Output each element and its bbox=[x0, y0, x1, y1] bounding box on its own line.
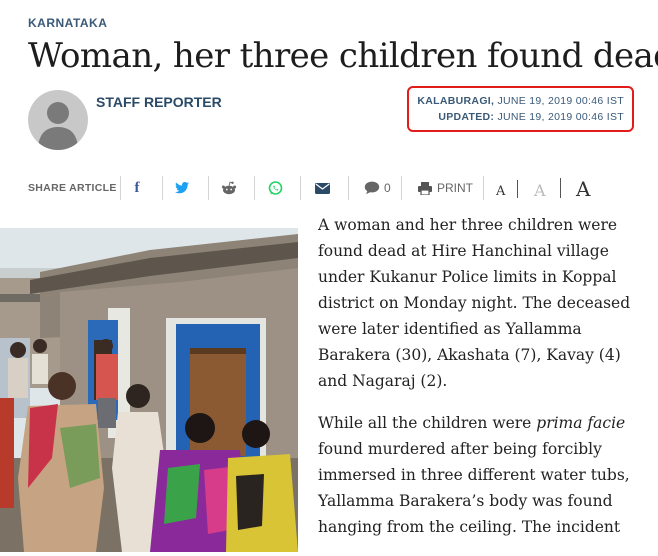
village-scene-image bbox=[0, 228, 298, 552]
whatsapp-icon[interactable] bbox=[264, 178, 286, 198]
comment-count[interactable]: 0 bbox=[384, 181, 391, 195]
print-button[interactable]: PRINT bbox=[437, 181, 473, 195]
divider bbox=[483, 176, 484, 200]
divider bbox=[300, 176, 301, 200]
paragraph-text: found murdered after being forcibly imme… bbox=[318, 440, 630, 536]
divider bbox=[208, 176, 209, 200]
italic-phrase: prima facie bbox=[536, 414, 626, 432]
author-name[interactable]: STAFF REPORTER bbox=[96, 94, 222, 110]
user-icon bbox=[38, 102, 78, 150]
email-icon[interactable] bbox=[311, 178, 333, 198]
print-icon[interactable] bbox=[414, 178, 436, 198]
divider bbox=[401, 176, 402, 200]
comment-icon[interactable] bbox=[361, 178, 383, 198]
divider bbox=[254, 176, 255, 200]
divider bbox=[348, 176, 349, 200]
share-bar: SHARE ARTICLE f 0 PRINT A A A bbox=[28, 174, 628, 202]
section-label[interactable]: KARNATAKA bbox=[28, 16, 107, 30]
divider bbox=[162, 176, 163, 200]
author-avatar bbox=[28, 90, 88, 150]
article-body: A woman and her three children were foun… bbox=[318, 212, 633, 556]
article-photo bbox=[0, 228, 298, 552]
published-date: JUNE 19, 2019 00:46 IST bbox=[497, 95, 624, 107]
dateline-location: KALABURAGI, bbox=[417, 95, 495, 107]
updated-label: UPDATED: bbox=[438, 111, 495, 123]
divider bbox=[120, 176, 121, 200]
font-size-medium-button[interactable]: A bbox=[534, 181, 546, 200]
updated-date: JUNE 19, 2019 00:46 IST bbox=[497, 111, 624, 123]
reddit-icon[interactable] bbox=[218, 178, 240, 198]
updated-line: UPDATED: JUNE 19, 2019 00:46 IST bbox=[417, 109, 624, 125]
font-size-large-button[interactable]: A bbox=[576, 177, 590, 201]
paragraph-text: While all the children were bbox=[318, 414, 537, 432]
divider bbox=[517, 180, 518, 198]
article-paragraph: While all the children were prima facie … bbox=[318, 410, 633, 540]
facebook-icon[interactable]: f bbox=[126, 178, 148, 198]
share-label: SHARE ARTICLE bbox=[28, 182, 117, 194]
article-paragraph: A woman and her three children were foun… bbox=[318, 216, 631, 390]
font-size-small-button[interactable]: A bbox=[496, 184, 505, 199]
published-line: KALABURAGI, JUNE 19, 2019 00:46 IST bbox=[417, 93, 624, 109]
divider bbox=[560, 178, 561, 198]
headline: Woman, her three children found dead bbox=[28, 36, 658, 76]
dateline-box: KALABURAGI, JUNE 19, 2019 00:46 IST UPDA… bbox=[407, 86, 634, 132]
twitter-icon[interactable] bbox=[171, 178, 193, 198]
